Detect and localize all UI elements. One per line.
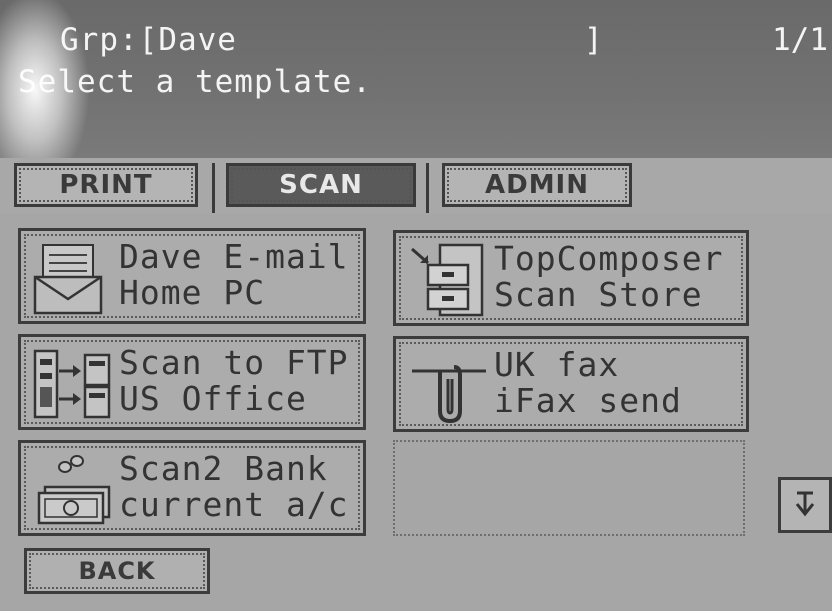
email-envelope-icon [33, 244, 103, 315]
template-dave-email-button[interactable]: Dave E-mail Home PC [18, 228, 366, 324]
tab-scan-label: SCAN [279, 170, 363, 200]
group-label-close: ] [584, 22, 603, 58]
template-line2: iFax send [494, 381, 682, 420]
back-button-label: BACK [78, 557, 156, 585]
template-scan2-bank-button[interactable]: Scan2 Bank current a/c [18, 440, 366, 536]
filing-cabinet-icon [411, 243, 484, 317]
template-empty-slot [393, 440, 745, 536]
instruction-text: Select a template. [18, 64, 372, 100]
tab-admin[interactable]: ADMIN [442, 163, 632, 207]
template-topcomposer-button[interactable]: TopComposer Scan Store [393, 230, 749, 326]
page-indicator: 1/1 [772, 22, 828, 58]
template-uk-fax-button[interactable]: UK fax iFax send [393, 336, 749, 432]
scroll-down-button[interactable] [778, 477, 832, 533]
fax-paperclip-icon [412, 365, 486, 424]
template-line1: Scan to FTP [119, 343, 349, 382]
ftp-server-icon [33, 349, 111, 419]
template-line1: UK fax [494, 345, 620, 384]
template-line2: Home PC [119, 273, 266, 312]
template-line1: Dave E-mail [119, 237, 349, 276]
money-icon [37, 455, 111, 525]
template-line1: Scan2 Bank [119, 449, 328, 488]
scroll-down-icon [795, 491, 815, 517]
template-line2: Scan Store [494, 275, 703, 314]
back-button[interactable]: BACK [24, 548, 210, 594]
group-label: Grp:[Dave [60, 22, 237, 58]
tab-scan[interactable]: SCAN [226, 163, 416, 207]
template-line2: current a/c [119, 485, 349, 524]
tab-divider [426, 163, 429, 213]
message-header: Grp:[Dave ] 1/1 Select a template. [0, 0, 832, 190]
tab-print-label: PRINT [59, 170, 153, 200]
template-line1: TopComposer [494, 239, 724, 278]
template-line2: US Office [119, 379, 307, 418]
template-scan-to-ftp-button[interactable]: Scan to FTP US Office [18, 334, 366, 430]
tab-admin-label: ADMIN [484, 170, 589, 200]
tab-print[interactable]: PRINT [14, 163, 198, 207]
tab-divider [212, 163, 215, 213]
